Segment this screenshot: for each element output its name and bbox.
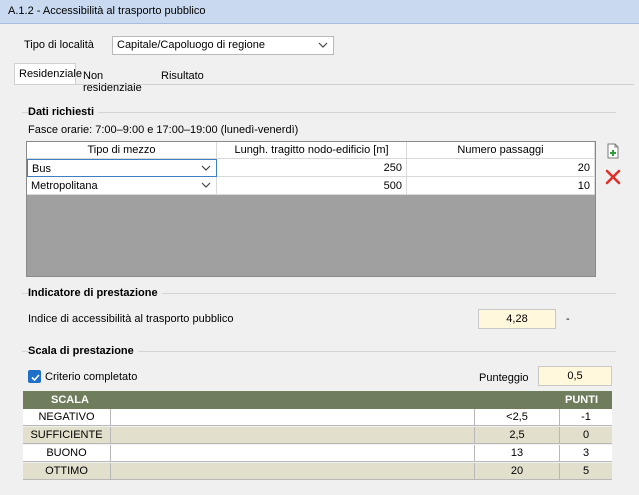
scale-spacer (111, 445, 475, 462)
scale-points: 0 (582, 429, 590, 441)
chevron-down-icon[interactable] (201, 162, 211, 174)
locality-select[interactable]: Capitale/Capoluogo di regione (112, 36, 334, 55)
cell-text: Bus (32, 163, 51, 175)
table-row-cell-lunghezza[interactable]: 250 (217, 159, 407, 177)
scale-points: 5 (582, 465, 590, 477)
add-row-icon[interactable] (604, 142, 622, 160)
table-row-cell-passaggi[interactable]: 20 (407, 159, 595, 177)
chevron-down-icon[interactable] (201, 179, 211, 191)
scale-points: 3 (582, 447, 590, 459)
scale-spacer (111, 427, 475, 444)
tab-non-residenziale[interactable]: Non residenziale (78, 66, 158, 94)
delete-row-icon[interactable] (604, 168, 622, 186)
indicator-unit: - (566, 313, 570, 325)
scale-threshold: 2,5 (475, 427, 560, 444)
tab-risultato[interactable]: Risultato (156, 66, 204, 85)
indicator-value: 4,28 (478, 309, 556, 329)
scale-name: BUONO (23, 445, 111, 462)
table-row: SUFFICIENTE 2,5 0 (23, 427, 612, 444)
table-row-cell-lunghezza[interactable]: 500 (217, 177, 407, 195)
check-icon (31, 374, 40, 382)
header-punti: PUNTI (565, 394, 598, 406)
scale-spacer (111, 409, 475, 426)
column-header-lunghezza: Lungh. tragitto nodo-edificio [m] (217, 142, 407, 159)
punteggio-label: Punteggio (479, 372, 529, 384)
criterio-label: Criterio completato (45, 371, 138, 383)
criterio-checkbox[interactable] (28, 370, 41, 383)
scale-points: -1 (581, 411, 591, 423)
scale-name: OTTIMO (23, 463, 111, 480)
table-row-cell-mezzo[interactable]: Metropolitana (27, 177, 217, 195)
table-row-cell-mezzo[interactable]: Bus (27, 159, 217, 177)
header-scala: SCALA (51, 394, 89, 406)
indicator-label: Indice di accessibilità al trasporto pub… (28, 313, 234, 325)
transport-grid[interactable]: Tipo di mezzo Lungh. tragitto nodo-edifi… (26, 141, 596, 277)
table-row-cell-passaggi[interactable]: 10 (407, 177, 595, 195)
scale-title: Scala di prestazione (28, 345, 138, 357)
table-row: NEGATIVO <2,5 -1 (23, 409, 612, 426)
table-row: BUONO 13 3 (23, 445, 612, 462)
locality-label: Tipo di località (24, 39, 94, 51)
required-title: Dati richiesti (28, 106, 99, 118)
window-title: A.1.2 - Accessibilità al trasporto pubbl… (0, 0, 639, 24)
column-header-passaggi: Numero passaggi (407, 142, 595, 159)
scale-table-header: SCALA PUNTI (23, 391, 612, 409)
scale-threshold: 20 (475, 463, 560, 480)
group-line (22, 112, 616, 113)
chevron-down-icon[interactable] (318, 39, 328, 51)
table-row: OTTIMO 20 5 (23, 463, 612, 480)
scale-threshold: <2,5 (475, 409, 560, 426)
scale-spacer (111, 463, 475, 480)
tab-residenziale[interactable]: Residenziale (14, 63, 82, 85)
scale-name: NEGATIVO (23, 409, 111, 426)
cell-text: Metropolitana (31, 180, 98, 192)
indicator-title: Indicatore di prestazione (28, 287, 162, 299)
column-header-mezzo: Tipo di mezzo (27, 142, 217, 159)
time-slots-text: Fasce orarie: 7:00–9:00 e 17:00–19:00 (l… (28, 124, 299, 136)
locality-value: Capitale/Capoluogo di regione (117, 39, 265, 51)
punteggio-value: 0,5 (538, 366, 612, 386)
scale-threshold: 13 (475, 445, 560, 462)
scale-name: SUFFICIENTE (23, 427, 111, 444)
